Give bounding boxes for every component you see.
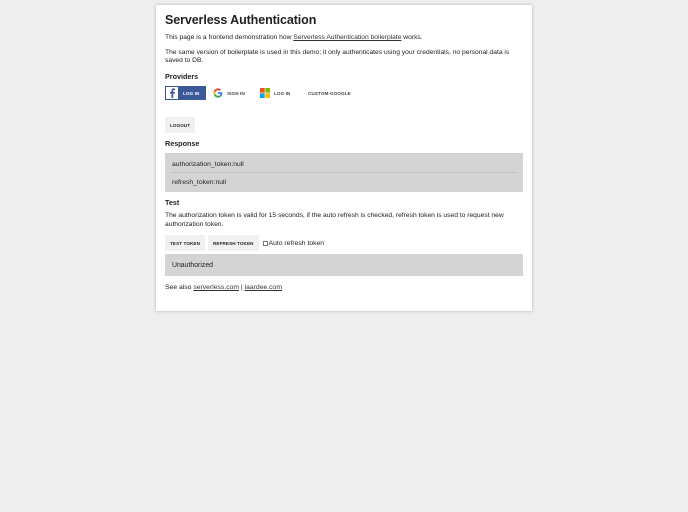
microsoft-login-button[interactable]: LOG IN (260, 86, 300, 100)
google-signin-label: SIGN IN (227, 90, 245, 96)
providers-heading: Providers (165, 71, 199, 81)
microsoft-login-label: LOG IN (274, 90, 291, 96)
logout-button[interactable]: LOGOUT (165, 117, 196, 134)
status-text: Unauthorized (172, 261, 213, 269)
auto-refresh-label: Auto refresh token (268, 239, 325, 247)
auto-refresh-toggle[interactable]: Auto refresh token (262, 239, 325, 247)
microsoft-icon (260, 87, 270, 99)
google-icon (213, 88, 223, 99)
test-description: The authorization token is valid for 15 … (165, 212, 504, 228)
intro-prefix: This page is a frontend demonstration ho… (165, 34, 294, 41)
test-controls: TEST TOKEN REFRESH TOKEN Auto refresh to… (165, 235, 523, 252)
test-heading: Test (165, 198, 180, 208)
refresh-token-value: refresh_token:null (172, 179, 227, 187)
facebook-login-button[interactable]: LOG IN (165, 86, 206, 101)
google-signin-button[interactable]: SIGN IN (213, 86, 253, 100)
test-token-button[interactable]: TEST TOKEN (165, 235, 206, 252)
response-heading: Response (165, 139, 200, 149)
laardee-link[interactable]: laardee.com (245, 284, 282, 291)
same-version-text: The same version of boilerplate is used … (165, 48, 510, 65)
status-box: Unauthorized (165, 254, 523, 277)
intro-text: This page is a frontend demonstration ho… (165, 34, 523, 43)
see-also-prefix: See also (165, 284, 194, 292)
authorization-token-value: authorization_token:null (171, 158, 517, 174)
providers-row: LOG IN SIGN IN LOG IN CUSTOM-GOOGLE (165, 86, 523, 101)
page-title: Serverless Authentication (165, 13, 317, 27)
intro-suffix: works. (401, 34, 423, 41)
serverless-link[interactable]: serverless.com (193, 284, 239, 291)
logout-row: LOGOUT (165, 114, 523, 134)
refresh-token-button[interactable]: REFRESH TOKEN (208, 235, 259, 252)
custom-google-button[interactable]: CUSTOM-GOOGLE (306, 86, 353, 100)
boilerplate-link[interactable]: Serverless Authentication boilerplate (293, 34, 401, 41)
auto-refresh-checkbox[interactable] (262, 240, 268, 246)
main-card: Serverless Authentication This page is a… (156, 5, 532, 311)
response-box: authorization_token:null refresh_token:n… (165, 153, 523, 193)
facebook-login-label: LOG IN (183, 90, 200, 96)
facebook-icon (166, 87, 178, 100)
see-also-footer: See also serverless.com | laardee.com (165, 284, 523, 292)
